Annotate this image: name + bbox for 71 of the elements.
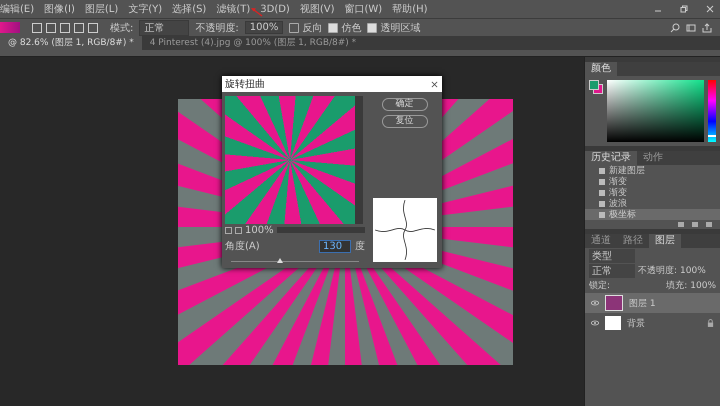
- layer-row[interactable]: 图层 1: [585, 293, 720, 313]
- twirl-curve-drawing: [372, 198, 436, 262]
- color-swatches-icon[interactable]: [589, 80, 603, 94]
- checkbox-label: 透明区域: [380, 22, 420, 34]
- scrollbar[interactable]: [276, 227, 365, 233]
- menu-item[interactable]: 帮助(H): [392, 2, 428, 16]
- layer-name: 背景: [627, 318, 645, 330]
- layer-row[interactable]: 背景: [585, 313, 720, 333]
- fill-value: 100%: [690, 280, 716, 290]
- dialog-title: 旋转扭曲: [225, 78, 265, 91]
- history-item[interactable]: 波浪: [585, 198, 720, 209]
- opacity-value: 100%: [680, 266, 706, 276]
- menu-item[interactable]: 视图(V): [300, 2, 334, 16]
- zoom-in-icon[interactable]: [235, 226, 242, 234]
- history-item[interactable]: 渐变: [585, 187, 720, 198]
- mode-dropdown[interactable]: 正常: [139, 20, 190, 36]
- dialog-button[interactable]: 确定: [382, 98, 428, 111]
- opacity-field[interactable]: 100%: [244, 21, 284, 34]
- checkbox[interactable]: [289, 22, 300, 32]
- lock-icon: [707, 319, 714, 327]
- dialog-button[interactable]: 复位: [382, 115, 428, 128]
- restore-icon[interactable]: [680, 5, 688, 13]
- panel-tab[interactable]: 路径: [617, 234, 649, 248]
- blend-mode-dropdown[interactable]: 正常: [589, 264, 635, 278]
- panel-tab[interactable]: 颜色: [585, 62, 617, 76]
- history-item[interactable]: 极坐标: [585, 209, 720, 220]
- gradient-swatch[interactable]: [0, 22, 20, 33]
- menu-item[interactable]: 窗口(W): [344, 2, 382, 16]
- panel-tab[interactable]: 图层: [649, 234, 681, 248]
- opacity-label: 不透明度:: [638, 264, 678, 277]
- menu-item[interactable]: 文字(Y): [128, 2, 162, 16]
- layer-name: 图层 1: [629, 298, 656, 310]
- filter-dropdown[interactable]: 类型: [589, 248, 635, 262]
- menu-item[interactable]: 选择(S): [172, 2, 206, 16]
- close-icon[interactable]: [431, 80, 438, 88]
- menu-item[interactable]: 编辑(E): [0, 2, 34, 16]
- unit-label: 度: [355, 240, 365, 253]
- zoom-out-icon[interactable]: [225, 226, 232, 234]
- checkbox[interactable]: [328, 22, 338, 32]
- mode-label: 模式:: [110, 22, 134, 34]
- menu-item[interactable]: 图像(I): [44, 2, 75, 16]
- eye-icon[interactable]: [591, 300, 599, 306]
- slider-thumb[interactable]: [276, 258, 283, 263]
- checkbox-label: 反向: [302, 22, 322, 34]
- menu-item[interactable]: 图层(L): [84, 2, 118, 16]
- fill-label: 填充:: [666, 280, 688, 292]
- panel-tab[interactable]: 历史记录: [585, 151, 637, 165]
- scrollbar[interactable]: [355, 96, 363, 224]
- menu-item[interactable]: 3D(D): [260, 4, 290, 14]
- history-item[interactable]: 渐变: [585, 176, 720, 187]
- menu-item[interactable]: 滤镜(T): [216, 2, 250, 16]
- checkbox[interactable]: [367, 22, 378, 32]
- checkbox-label: 仿色: [341, 22, 362, 34]
- workspace-icon[interactable]: [686, 22, 696, 32]
- document-tab[interactable]: 4 Pinterest (4).jpg @ 100% (图层 1, RGB/8#) *: [142, 36, 364, 50]
- eye-icon[interactable]: [591, 320, 599, 326]
- zoom-level: 100%: [245, 224, 274, 236]
- opacity-label: 不透明度:: [195, 22, 239, 34]
- color-picker[interactable]: [607, 80, 704, 142]
- search-icon[interactable]: [670, 22, 680, 32]
- lock-label: 锁定:: [589, 280, 610, 292]
- history-item[interactable]: 新建图层: [585, 165, 720, 176]
- document-tab[interactable]: @ 82.6% (图层 1, RGB/8#) *: [0, 36, 142, 50]
- share-icon[interactable]: [702, 22, 712, 32]
- panel-tab[interactable]: 动作: [637, 151, 669, 165]
- layer-thumbnail: [605, 316, 621, 330]
- angle-field[interactable]: 130: [319, 240, 351, 252]
- layer-thumbnail: [605, 295, 623, 311]
- angle-label: 角度(A): [225, 240, 260, 253]
- panel-tab[interactable]: 通道: [585, 234, 617, 248]
- annotation-arrow: [251, 8, 263, 17]
